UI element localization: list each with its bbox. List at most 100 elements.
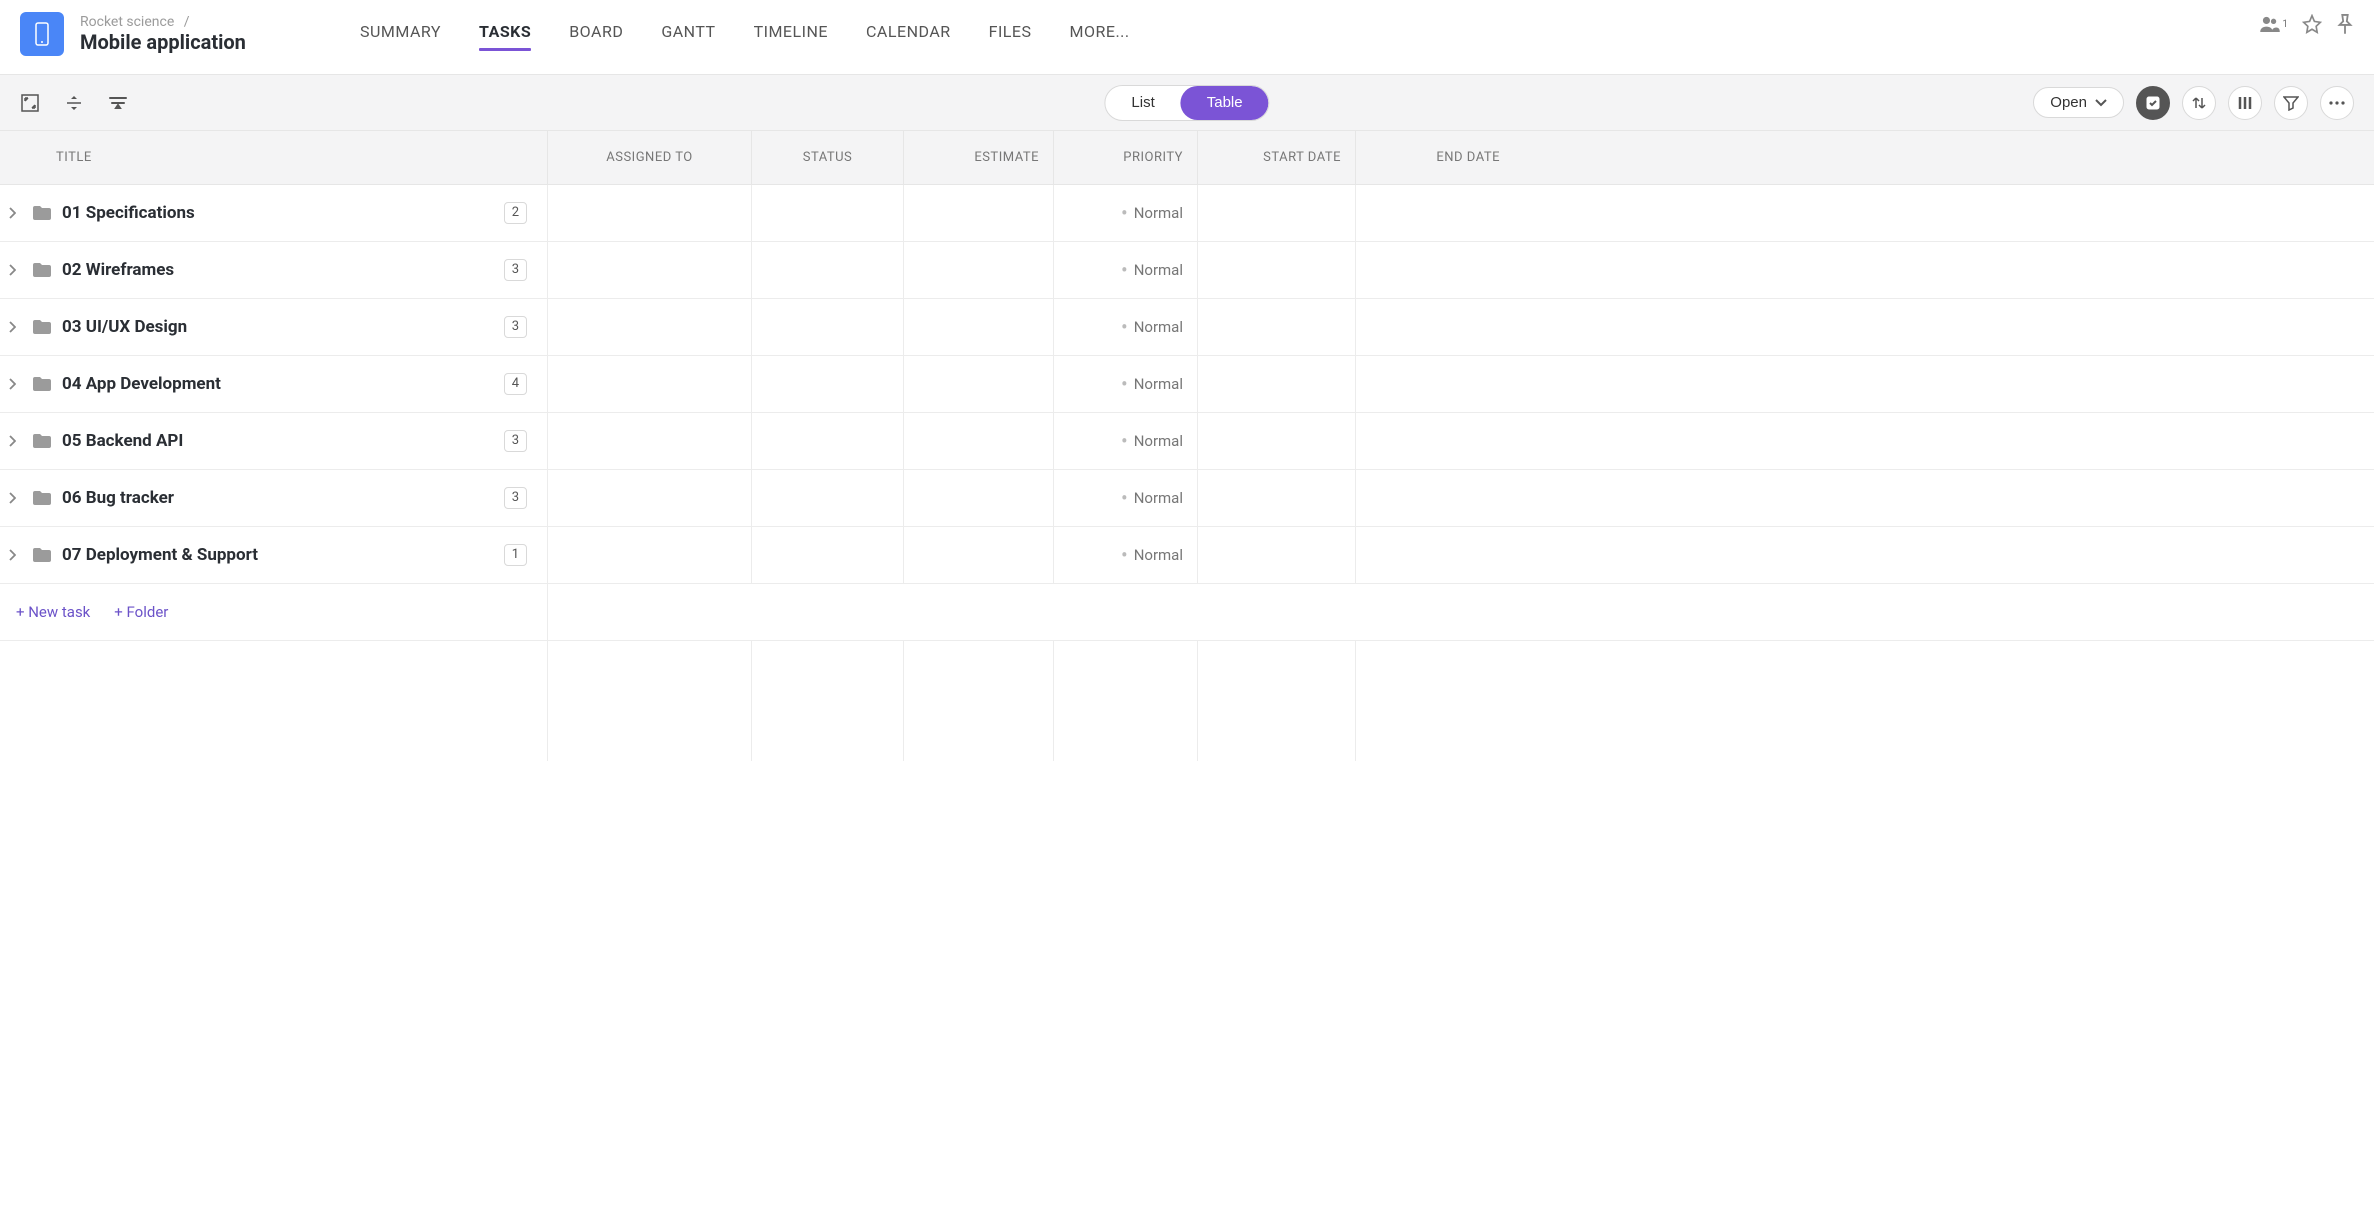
cell-end-date[interactable] (1356, 242, 1514, 298)
cell-priority[interactable]: • Normal (1054, 185, 1198, 241)
collapse-button[interactable] (64, 93, 84, 113)
ellipsis-icon (2329, 101, 2345, 105)
status-filter-button[interactable]: Open (2033, 87, 2124, 118)
cell-status[interactable] (752, 413, 904, 469)
cell-assigned[interactable] (548, 527, 752, 583)
col-priority[interactable]: PRIORITY (1054, 131, 1198, 184)
breadcrumb-parent[interactable]: Rocket science (80, 14, 174, 30)
col-start-date[interactable]: START DATE (1198, 131, 1356, 184)
expand-row-button[interactable] (8, 207, 22, 219)
view-switch: List Table (1104, 85, 1269, 121)
expand-row-button[interactable] (8, 435, 22, 447)
favorite-button[interactable] (2302, 14, 2322, 34)
expand-row-button[interactable] (8, 549, 22, 561)
tab-more[interactable]: MORE... (1070, 22, 1130, 47)
cell-estimate[interactable] (904, 356, 1054, 412)
cell-assigned[interactable] (548, 242, 752, 298)
tab-gantt[interactable]: GANTT (661, 22, 715, 47)
cell-end-date[interactable] (1356, 470, 1514, 526)
cell-end-date[interactable] (1356, 413, 1514, 469)
cell-end-date[interactable] (1356, 356, 1514, 412)
tab-summary[interactable]: SUMMARY (360, 22, 441, 47)
cell-assigned[interactable] (548, 413, 752, 469)
view-table-button[interactable]: Table (1181, 86, 1269, 120)
col-end-date[interactable]: END DATE (1356, 131, 1514, 184)
cell-start-date[interactable] (1198, 185, 1356, 241)
cell-priority[interactable]: • Normal (1054, 470, 1198, 526)
new-task-button[interactable]: + New task (16, 603, 90, 621)
tab-timeline[interactable]: TIMELINE (754, 22, 828, 47)
cell-status[interactable] (752, 299, 904, 355)
cell-end-date[interactable] (1356, 527, 1514, 583)
cell-priority[interactable]: • Normal (1054, 527, 1198, 583)
priority-label: Normal (1134, 489, 1183, 507)
table-row[interactable]: 06 Bug tracker 3 • Normal (0, 470, 2374, 527)
expand-row-button[interactable] (8, 492, 22, 504)
col-status[interactable]: STATUS (752, 131, 904, 184)
table-row[interactable]: 02 Wireframes 3 • Normal (0, 242, 2374, 299)
cell-estimate[interactable] (904, 242, 1054, 298)
folder-icon (32, 205, 52, 221)
filter-icon (2283, 95, 2299, 111)
cell-priority[interactable]: • Normal (1054, 242, 1198, 298)
new-folder-button[interactable]: + Folder (114, 603, 168, 621)
tab-calendar[interactable]: CALENDAR (866, 22, 951, 47)
col-assigned[interactable]: ASSIGNED TO (548, 131, 752, 184)
folder-icon (32, 262, 52, 278)
table-row[interactable]: 03 UI/UX Design 3 • Normal (0, 299, 2374, 356)
view-list-button[interactable]: List (1105, 86, 1180, 120)
tab-board[interactable]: BOARD (569, 22, 623, 47)
cell-estimate[interactable] (904, 185, 1054, 241)
table-row[interactable]: 07 Deployment & Support 1 • Normal (0, 527, 2374, 584)
cell-assigned[interactable] (548, 356, 752, 412)
cell-status[interactable] (752, 356, 904, 412)
cell-start-date[interactable] (1198, 242, 1356, 298)
columns-button[interactable] (2228, 86, 2262, 120)
cell-priority[interactable]: • Normal (1054, 356, 1198, 412)
cell-estimate[interactable] (904, 527, 1054, 583)
header: Rocket science / Mobile application SUMM… (0, 0, 2374, 75)
task-count-badge: 3 (504, 430, 527, 452)
chevron-right-icon (8, 321, 16, 333)
table-row[interactable]: 05 Backend API 3 • Normal (0, 413, 2374, 470)
expand-row-button[interactable] (8, 321, 22, 333)
share-button[interactable]: 1 (2259, 16, 2288, 32)
cell-estimate[interactable] (904, 470, 1054, 526)
cell-assigned[interactable] (548, 299, 752, 355)
cell-priority[interactable]: • Normal (1054, 299, 1198, 355)
chevron-down-icon (2095, 99, 2107, 107)
cell-status[interactable] (752, 242, 904, 298)
tab-tasks[interactable]: TASKS (479, 22, 531, 47)
more-button[interactable] (2320, 86, 2354, 120)
filter-toggle-button[interactable] (108, 93, 128, 113)
pin-button[interactable] (2336, 14, 2354, 34)
table-row[interactable]: 04 App Development 4 • Normal (0, 356, 2374, 413)
cell-status[interactable] (752, 185, 904, 241)
cell-start-date[interactable] (1198, 299, 1356, 355)
cell-estimate[interactable] (904, 299, 1054, 355)
cell-start-date[interactable] (1198, 470, 1356, 526)
folder-title: 05 Backend API (62, 431, 494, 451)
cell-start-date[interactable] (1198, 356, 1356, 412)
cell-start-date[interactable] (1198, 527, 1356, 583)
expand-row-button[interactable] (8, 264, 22, 276)
filter-button[interactable] (2274, 86, 2308, 120)
table-row[interactable]: 01 Specifications 2 • Normal (0, 185, 2374, 242)
expand-button[interactable] (20, 93, 40, 113)
col-estimate[interactable]: ESTIMATE (904, 131, 1054, 184)
cell-priority[interactable]: • Normal (1054, 413, 1198, 469)
cell-estimate[interactable] (904, 413, 1054, 469)
project-icon (20, 12, 64, 56)
expand-row-button[interactable] (8, 378, 22, 390)
cell-status[interactable] (752, 470, 904, 526)
cell-start-date[interactable] (1198, 413, 1356, 469)
cell-assigned[interactable] (548, 185, 752, 241)
col-title[interactable]: TITLE (0, 131, 548, 184)
cell-status[interactable] (752, 527, 904, 583)
cell-end-date[interactable] (1356, 185, 1514, 241)
tab-files[interactable]: FILES (989, 22, 1032, 47)
sort-button[interactable] (2182, 86, 2216, 120)
checklist-button[interactable] (2136, 86, 2170, 120)
cell-end-date[interactable] (1356, 299, 1514, 355)
cell-assigned[interactable] (548, 470, 752, 526)
